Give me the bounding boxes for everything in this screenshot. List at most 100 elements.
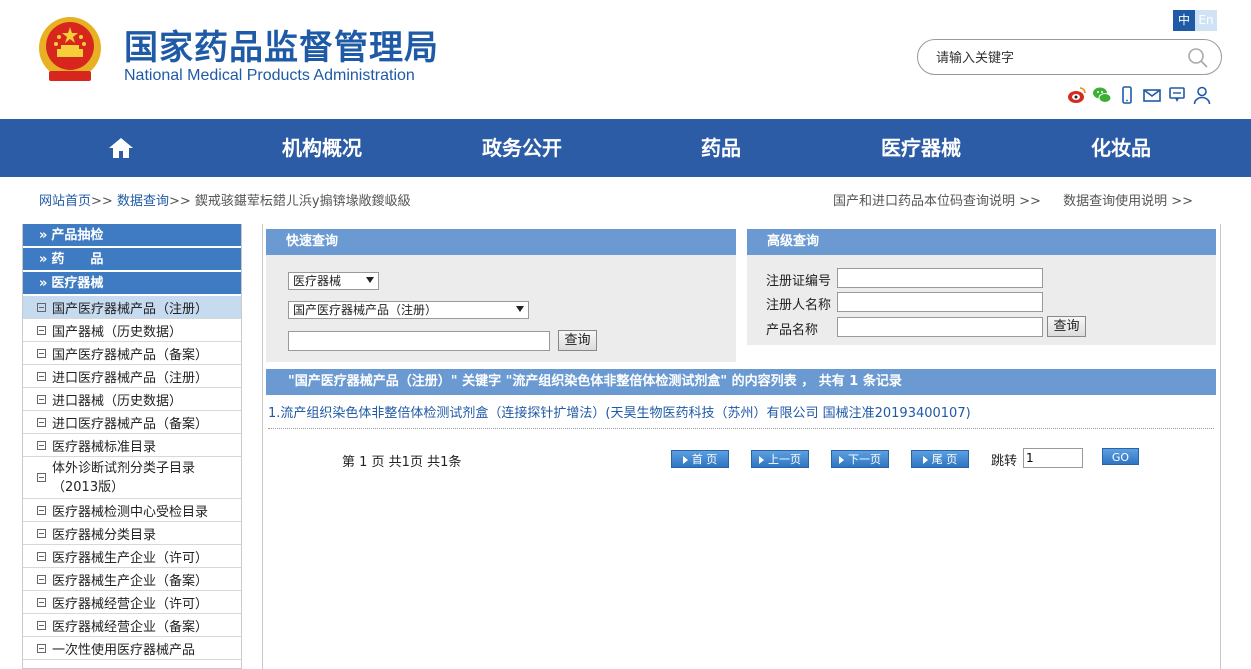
sidebar-item-classification[interactable]: 医疗器械分类目录 [23, 522, 241, 545]
sidebar-category-label: 产品抽检 [51, 228, 104, 243]
sidebar-item-label: 医疗器械经营企业（备案） [52, 619, 209, 635]
nav-item-institution[interactable]: 机构概况 [262, 119, 382, 177]
collapse-icon [37, 528, 46, 538]
sidebar-item-ivd-catalog[interactable]: 体外诊断试剂分类子目录 （2013版） [23, 457, 241, 499]
lang-zh-button[interactable]: 中 [1173, 10, 1195, 31]
sidebar-item-label: 一次性使用医疗器械产品 [52, 642, 196, 658]
breadcrumb-separator: >> [91, 194, 113, 209]
drug-code-help-link[interactable]: 国产和进口药品本位码查询说明 >> [833, 194, 1041, 209]
sidebar-item-import-registered[interactable]: 进口医疗器械产品（注册） [23, 365, 241, 388]
product-name-input[interactable] [837, 317, 1043, 337]
sidebar-item-disposable[interactable]: 一次性使用医疗器械产品 [23, 637, 241, 660]
weibo-icon[interactable] [1067, 85, 1087, 105]
nav-item-drugs[interactable]: 药品 [681, 119, 761, 177]
sidebar-item-domestic-registered[interactable]: 国产医疗器械产品（注册） [23, 296, 241, 319]
content-divider [262, 224, 263, 669]
first-page-button[interactable]: 首 页 [671, 450, 729, 468]
advanced-query-title: 高级查询 [747, 229, 1216, 255]
result-header: "国产医疗器械产品（注册）" 关键字 "流产组织染色体非整倍体检测试剂盒" 的内… [266, 369, 1216, 395]
sidebar-item-label: 医疗器械生产企业（备案） [52, 573, 209, 589]
nav-item-government-affairs[interactable]: 政务公开 [462, 119, 582, 177]
nav-item-cosmetics[interactable]: 化妆品 [1076, 119, 1166, 177]
next-page-label: 下一页 [848, 453, 881, 466]
collapse-icon [37, 394, 46, 404]
last-page-label: 尾 页 [931, 453, 958, 466]
sidebar-category-label: 药 品 [51, 252, 104, 267]
content-divider [1220, 224, 1221, 669]
quick-keyword-input[interactable] [288, 331, 550, 351]
sidebar-item-distributor-license[interactable]: 医疗器械经营企业（许可） [23, 591, 241, 614]
breadcrumb-separator: >> [168, 194, 191, 209]
category-select-value: 医疗器械 [293, 274, 342, 288]
mobile-icon[interactable] [1117, 85, 1137, 105]
sidebar-item-label: 医疗器械标准目录 [52, 439, 157, 455]
dropdown-arrow-icon [516, 306, 524, 312]
sidebar-category-sampling[interactable]: » 产品抽检 [23, 224, 241, 248]
play-arrow-icon [922, 456, 928, 464]
mail-icon[interactable] [1142, 85, 1162, 105]
user-icon[interactable] [1192, 85, 1212, 105]
dropdown-arrow-icon [366, 277, 374, 283]
home-icon[interactable] [108, 136, 134, 160]
breadcrumb-current: 鍥戒骇鍖荤枟鍣ㄦ浜у搧锛堟敞鍐岋級 [194, 194, 411, 209]
collapse-icon [37, 325, 46, 335]
sidebar-item-label: 国产器械（历史数据） [52, 324, 183, 340]
breadcrumb-data-query-link[interactable]: 数据查询 [117, 194, 169, 209]
registrant-name-label: 注册人名称 [766, 298, 832, 313]
last-page-button[interactable]: 尾 页 [911, 450, 969, 468]
quick-query-title: 快速查询 [266, 229, 736, 255]
national-emblem-icon [39, 17, 101, 81]
sidebar-item-label: 医疗器械检测中心受检目录 [52, 504, 209, 520]
registration-number-label: 注册证编号 [766, 274, 832, 289]
sidebar-item-label: 进口医疗器械产品（注册） [52, 370, 209, 386]
collapse-icon [37, 574, 46, 584]
registrant-name-input[interactable] [837, 292, 1043, 312]
database-select[interactable]: 国产医疗器械产品（注册） [288, 301, 529, 319]
nav-item-medical-devices[interactable]: 医疗器械 [861, 119, 981, 177]
advanced-query-button[interactable]: 查询 [1047, 316, 1086, 337]
registration-number-input[interactable] [837, 268, 1043, 288]
sidebar-item-domestic-filed[interactable]: 国产医疗器械产品（备案） [23, 342, 241, 365]
sidebar-item-manufacturer-filed[interactable]: 医疗器械生产企业（备案） [23, 568, 241, 591]
sidebar-item-label: 体外诊断试剂分类子目录 （2013版） [52, 459, 195, 497]
site-title-cn[interactable]: 国家药品监督管理局 [124, 20, 439, 69]
sidebar-item-standards[interactable]: 医疗器械标准目录 [23, 434, 241, 457]
sidebar-category-drugs[interactable]: » 药 品 [23, 248, 241, 272]
go-button[interactable]: GO [1102, 448, 1139, 465]
sidebar-item-distributor-filed[interactable]: 医疗器械经营企业（备案） [23, 614, 241, 637]
result-item-link[interactable]: 1.流产组织染色体非整倍体检测试剂盒（连接探针扩增法）(天昊生物医药科技（苏州）… [268, 402, 1214, 429]
sidebar-item-label: 进口器械（历史数据） [52, 393, 183, 409]
sidebar-item-import-history[interactable]: 进口器械（历史数据） [23, 388, 241, 411]
sidebar-item-label: 医疗器械分类目录 [52, 527, 157, 543]
prev-page-label: 上一页 [768, 453, 801, 466]
double-chevron-icon: » [39, 276, 48, 291]
sidebar-item-label: 医疗器械经营企业（许可） [52, 596, 209, 612]
wechat-icon[interactable] [1092, 85, 1112, 105]
double-chevron-icon: » [39, 252, 48, 267]
site-title-en[interactable]: National Medical Products Administration [124, 67, 415, 85]
search-icon[interactable] [1187, 47, 1209, 69]
collapse-icon [37, 371, 46, 381]
collapse-icon [37, 440, 46, 450]
sidebar-item-manufacturer-license[interactable]: 医疗器械生产企业（许可） [23, 545, 241, 568]
sidebar-item-domestic-history[interactable]: 国产器械（历史数据） [23, 319, 241, 342]
next-page-button[interactable]: 下一页 [831, 450, 889, 468]
sidebar-item-testing-center[interactable]: 医疗器械检测中心受检目录 [23, 499, 241, 522]
prev-page-button[interactable]: 上一页 [751, 450, 809, 468]
collapse-icon [37, 473, 46, 482]
quick-query-button[interactable]: 查询 [558, 330, 597, 351]
sidebar-item-label-line-2: （2013版） [52, 479, 125, 495]
search-input[interactable] [936, 48, 1186, 68]
message-icon[interactable] [1167, 85, 1187, 105]
sidebar-category-medical-devices[interactable]: » 医疗器械 [23, 272, 241, 296]
jump-label: 跳转 [991, 454, 1018, 469]
breadcrumb-home-link[interactable]: 网站首页 [39, 194, 91, 209]
collapse-icon [37, 620, 46, 630]
sidebar-item-import-filed[interactable]: 进口医疗器械产品（备案） [23, 411, 241, 434]
jump-page-input[interactable] [1023, 448, 1083, 468]
category-select[interactable]: 医疗器械 [288, 272, 379, 290]
pagination-summary: 第 1 页 共1页 共1条 [342, 455, 462, 470]
lang-en-button[interactable]: En [1195, 10, 1217, 31]
database-select-value: 国产医疗器械产品（注册） [293, 303, 438, 317]
data-query-help-link[interactable]: 数据查询使用说明 >> [1063, 194, 1193, 209]
